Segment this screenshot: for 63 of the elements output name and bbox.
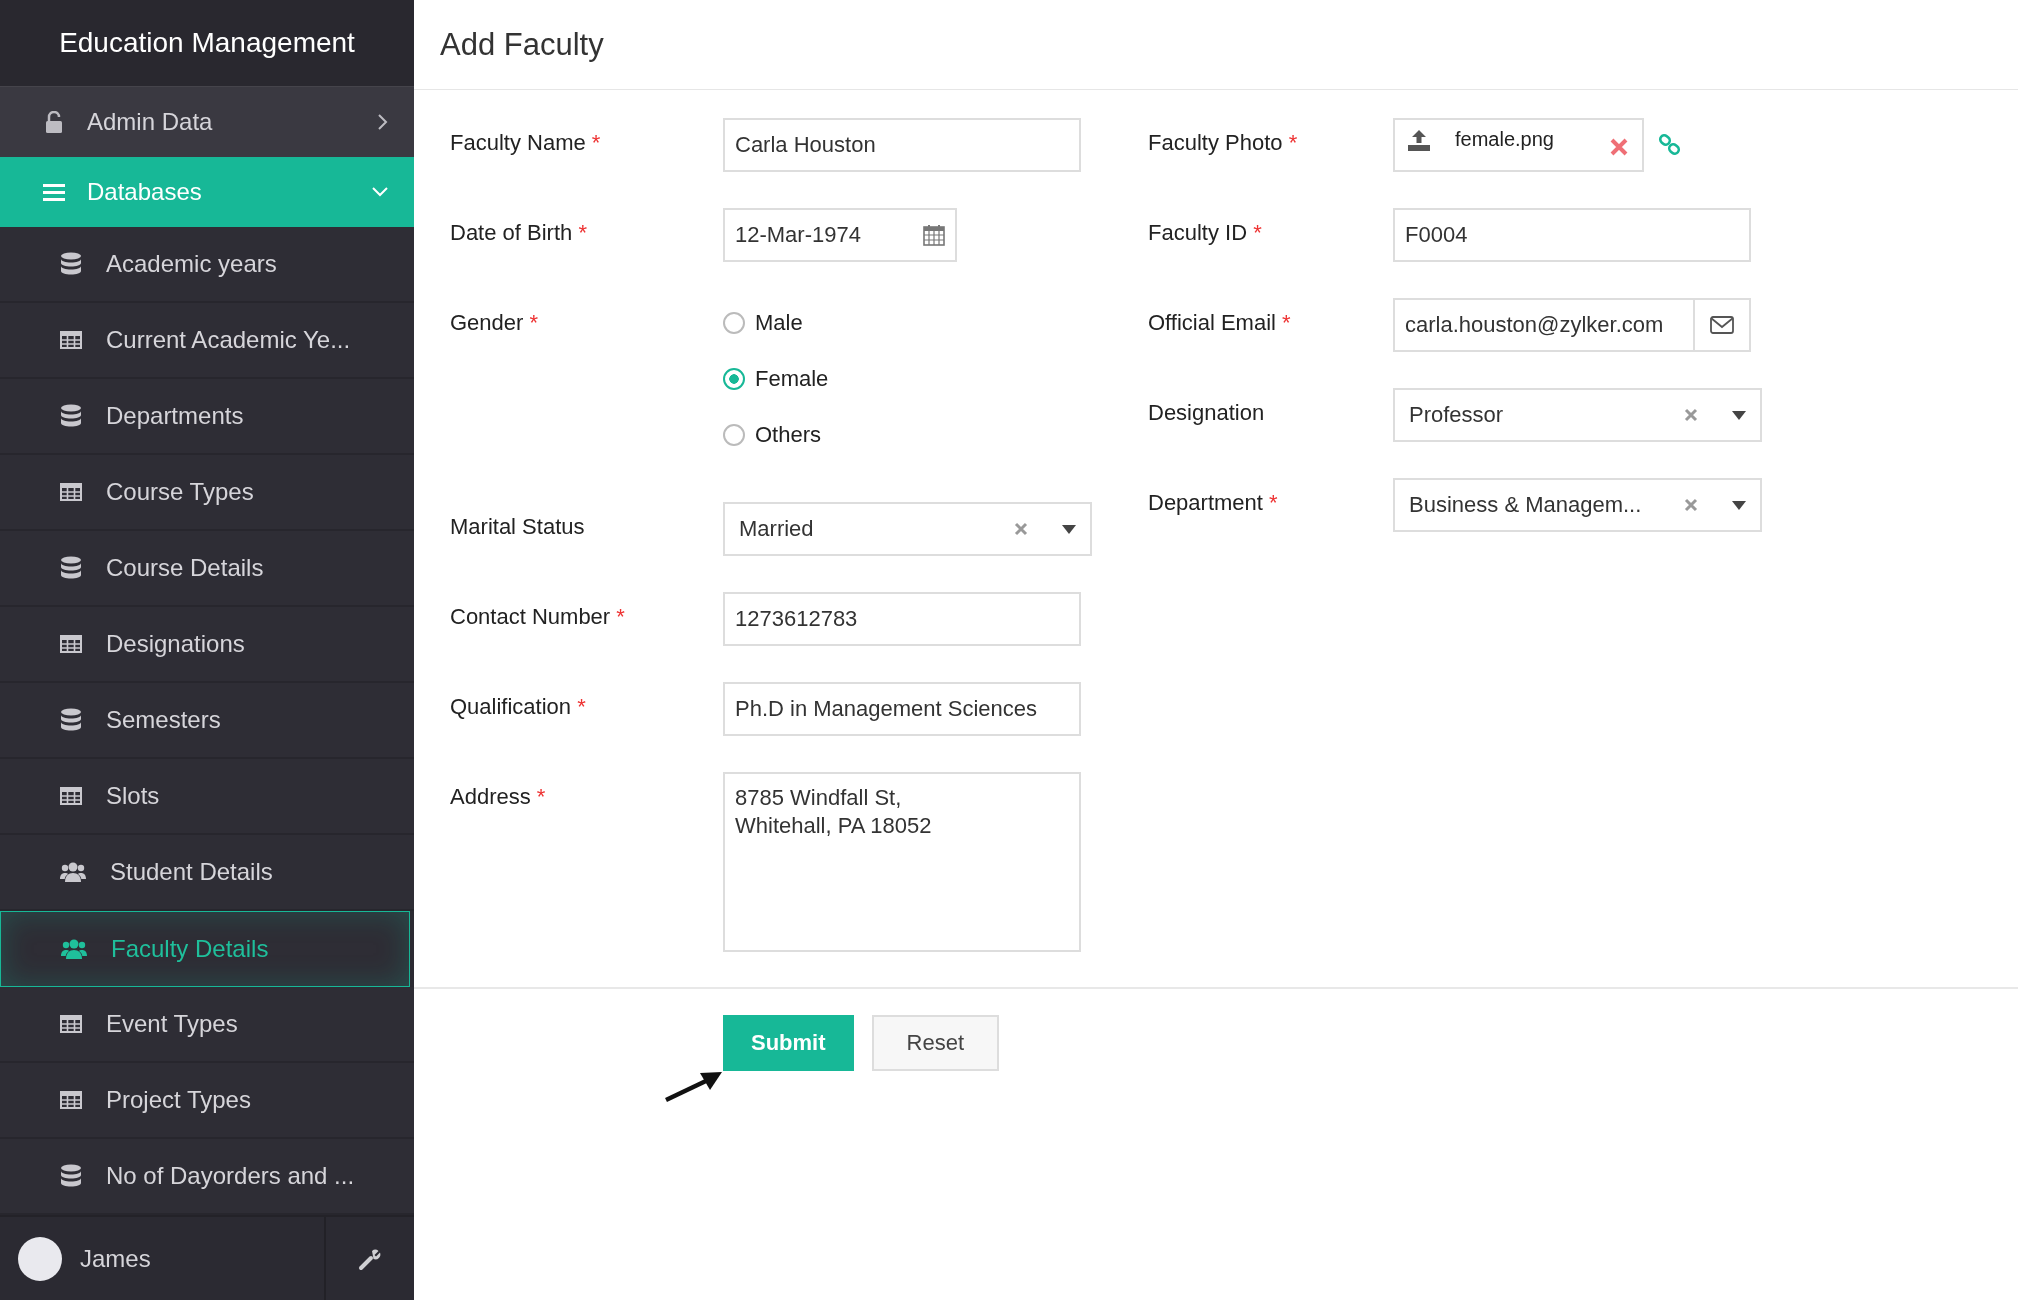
avatar[interactable] — [18, 1236, 62, 1281]
clear-icon[interactable] — [1684, 408, 1698, 422]
field-label: Contact Number * — [450, 603, 626, 631]
dropdown-caret-icon[interactable] — [1732, 410, 1746, 420]
upload-icon[interactable] — [1407, 128, 1431, 152]
text-field[interactable]: Ph.D in Management Sciences — [723, 682, 1081, 736]
reset-button[interactable]: Reset — [871, 1015, 1000, 1071]
sidebar-group-label: Databases — [87, 178, 203, 207]
remove-icon[interactable] — [1610, 138, 1628, 156]
table-icon — [60, 1091, 82, 1110]
sidebar-group[interactable]: Admin Data — [0, 85, 414, 157]
field-label: Faculty Photo * — [1148, 129, 1299, 157]
address-field[interactable]: 8785 Windfall St, Whitehall, PA 18052 — [723, 772, 1081, 952]
field-label: Official Email * — [1148, 309, 1292, 337]
database-icon — [60, 404, 82, 429]
field-label: Date of Birth * — [450, 219, 588, 247]
file-upload-field[interactable]: female.png — [1393, 118, 1644, 172]
clear-icon[interactable] — [1014, 522, 1028, 536]
page-title: Add Faculty — [440, 26, 604, 63]
table-icon — [60, 483, 82, 502]
dropdown-caret-icon[interactable] — [1732, 500, 1746, 510]
calendar-icon[interactable] — [923, 224, 945, 246]
users-icon — [61, 938, 87, 961]
database-icon — [60, 252, 82, 277]
table-icon — [60, 635, 82, 654]
text-field[interactable]: F0004 — [1393, 208, 1751, 262]
users-icon — [60, 861, 86, 884]
select-field[interactable]: Married — [723, 502, 1092, 556]
table-icon — [60, 1015, 82, 1034]
chevron-right-icon — [378, 113, 388, 130]
email-field[interactable]: carla.houston@zylker.com — [1393, 298, 1751, 352]
field-label: Qualification * — [450, 693, 587, 721]
chevron-down-icon — [372, 187, 388, 198]
table-icon — [60, 787, 82, 806]
user-name: James — [80, 1244, 151, 1273]
field-label: Address * — [450, 783, 547, 811]
select-field[interactable]: Professor — [1393, 388, 1762, 442]
text-field[interactable]: Carla Houston — [723, 118, 1081, 172]
database-icon — [60, 556, 82, 581]
sidebar-group-label: Admin Data — [87, 107, 214, 136]
radio-option[interactable]: Female — [723, 354, 829, 410]
unlocked-padlock-icon — [43, 110, 65, 133]
field-label: Designation — [1148, 399, 1266, 427]
text-field[interactable]: 1273612783 — [723, 592, 1081, 646]
dropdown-caret-icon[interactable] — [1062, 524, 1076, 534]
clear-icon[interactable] — [1684, 498, 1698, 512]
table-icon — [60, 331, 82, 350]
radio-option[interactable]: Others — [723, 410, 829, 466]
field-label: Marital Status — [450, 513, 586, 541]
envelope-icon[interactable] — [1710, 316, 1734, 334]
date-field[interactable]: 12-Mar-1974 — [723, 208, 957, 262]
menu-icon — [43, 183, 65, 202]
field-label: Department * — [1148, 489, 1279, 517]
radio-option[interactable]: Male — [723, 298, 829, 354]
sidebar-item[interactable]: Faculty Details — [0, 911, 410, 988]
database-icon — [60, 708, 82, 733]
pointer-arrow — [664, 1069, 724, 1103]
select-field[interactable]: Business & Managem... — [1393, 478, 1762, 532]
field-label: Faculty ID * — [1148, 219, 1263, 247]
field-label: Gender * — [450, 309, 540, 337]
link-icon[interactable] — [1658, 133, 1682, 157]
field-label: Faculty Name * — [450, 129, 602, 157]
database-icon — [60, 1164, 82, 1189]
